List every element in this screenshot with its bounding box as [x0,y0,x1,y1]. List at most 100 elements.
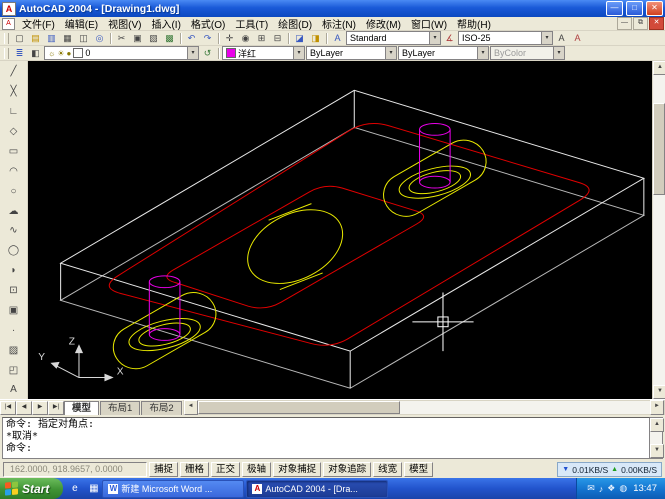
vertical-scroll-thumb[interactable] [653,103,665,195]
menu-tools[interactable]: 工具(T) [230,16,273,31]
lineweight-combo[interactable]: ByLayer ▾ [398,46,489,60]
scroll-left-icon[interactable]: ◄ [184,400,198,415]
tab-next-icon[interactable]: ▶ [32,401,48,415]
layer-states-icon[interactable]: ◧ [28,47,43,60]
toolbar-grip[interactable] [4,33,9,44]
arc-icon[interactable]: ◠ [3,162,24,180]
polyline-icon[interactable]: ∟ [3,103,24,121]
scroll-track[interactable] [650,432,662,444]
ortho-toggle[interactable]: 正交 [211,462,240,477]
vertical-scrollbar[interactable]: ▲ ▼ [652,61,665,399]
tab-layout2[interactable]: 布局2 [141,401,181,415]
tab-layout1[interactable]: 布局1 [100,401,140,415]
text-style-icon[interactable]: A [330,32,345,45]
polar-toggle[interactable]: 极轴 [242,462,271,477]
save-icon[interactable]: ▥ [44,32,59,45]
chevron-down-icon[interactable]: ▾ [429,32,440,44]
layer-manager-icon[interactable]: ≣ [12,47,27,60]
color-combo[interactable]: 洋红 ▾ [222,46,305,60]
layer-combo[interactable]: ☼ ☀ ● 0 ▾ [44,46,199,60]
scroll-up-icon[interactable]: ▲ [650,418,664,432]
undo-icon[interactable]: ↶ [184,32,199,45]
task-word[interactable]: W 新建 Microsoft Word ... [102,480,244,498]
menu-modify[interactable]: 修改(M) [361,16,406,31]
lineweight-toggle[interactable]: 线宽 [373,462,402,477]
menu-window[interactable]: 窗口(W) [406,16,452,31]
new-file-icon[interactable]: ▢ [12,32,27,45]
single-text-icon[interactable]: A [554,32,569,45]
plot-preview-icon[interactable]: ◫ [76,32,91,45]
quicklaunch-desktop-icon[interactable]: ▦ [86,481,101,496]
text-style-combo[interactable]: Standard ▾ [346,31,441,45]
make-block-icon[interactable]: ▣ [3,302,24,320]
horizontal-scroll-thumb[interactable] [198,401,400,414]
menu-view[interactable]: 视图(V) [103,16,146,31]
chevron-down-icon[interactable]: ▾ [187,47,198,59]
copy-icon[interactable]: ▣ [130,32,145,45]
spline-icon[interactable]: ∿ [3,222,24,240]
linetype-combo[interactable]: ByLayer ▾ [306,46,397,60]
dim-style-combo[interactable]: ISO-25 ▾ [458,31,553,45]
hatch-icon[interactable]: ▨ [3,341,24,359]
menu-format[interactable]: 格式(O) [186,16,230,31]
scroll-down-icon[interactable]: ▼ [653,385,665,399]
tray-antivirus-icon[interactable]: ❖ [607,483,615,494]
maximize-button[interactable]: □ [626,1,643,16]
circle-icon[interactable]: ○ [3,182,24,200]
ellipse-arc-icon[interactable]: ◗ [3,262,24,280]
rectangle-icon[interactable]: ▭ [3,143,24,161]
grid-toggle[interactable]: 栅格 [180,462,209,477]
menu-file[interactable]: 文件(F) [17,16,60,31]
mtext-icon[interactable]: A [3,381,24,399]
chevron-down-icon[interactable]: ▾ [477,47,488,59]
chevron-down-icon[interactable]: ▾ [385,47,396,59]
chevron-down-icon[interactable]: ▾ [293,47,304,59]
zoom-previous-icon[interactable]: ⊟ [270,32,285,45]
paste-icon[interactable]: ▧ [146,32,161,45]
mtext-tool-icon[interactable]: A [570,32,585,45]
osnap-toggle[interactable]: 对象捕捉 [273,462,321,477]
designcenter-icon[interactable]: ◨ [308,32,323,45]
doc-minimize-button[interactable]: — [617,17,632,30]
snap-toggle[interactable]: 捕捉 [149,462,178,477]
plot-icon[interactable]: ▦ [60,32,75,45]
scroll-down-icon[interactable]: ▼ [650,444,664,458]
cut-icon[interactable]: ✂ [114,32,129,45]
start-button[interactable]: Start [0,478,63,499]
chevron-down-icon[interactable]: ▾ [541,32,552,44]
menu-draw[interactable]: 绘图(D) [273,16,317,31]
redo-icon[interactable]: ↷ [200,32,215,45]
scroll-right-icon[interactable]: ► [650,400,664,415]
command-scrollbar[interactable]: ▲ ▼ [650,417,663,459]
quicklaunch-browser-icon[interactable]: e [67,481,82,496]
doc-restore-button[interactable]: ⧉ [633,17,648,30]
close-button[interactable]: ✕ [646,1,663,16]
horizontal-scrollbar[interactable]: ◄ ► [183,400,665,415]
layer-previous-icon[interactable]: ↺ [200,47,215,60]
task-autocad[interactable]: A AutoCAD 2004 - [Dra... [246,480,388,498]
tray-mail-icon[interactable]: ✉ [587,483,595,494]
insert-block-icon[interactable]: ⊡ [3,282,24,300]
menu-help[interactable]: 帮助(H) [452,16,496,31]
pan-icon[interactable]: ✛ [222,32,237,45]
polygon-icon[interactable]: ◇ [3,123,24,141]
tab-last-icon[interactable]: ▶| [48,401,64,415]
model-toggle[interactable]: 模型 [404,462,433,477]
scroll-track[interactable] [653,195,665,385]
command-input[interactable]: 命令: 指定对角点: *取消* 命令: [2,417,650,459]
tray-network-icon[interactable]: ◍ [619,483,627,494]
line-icon[interactable]: ╱ [3,63,24,81]
minimize-button[interactable]: — [606,1,623,16]
construction-line-icon[interactable]: ╳ [3,83,24,101]
tab-prev-icon[interactable]: ◀ [16,401,32,415]
menu-edit[interactable]: 编辑(E) [60,16,103,31]
toolbar-grip[interactable] [4,48,9,59]
tab-model[interactable]: 模型 [64,401,99,415]
ellipse-icon[interactable]: ◯ [3,242,24,260]
drawing-canvas[interactable]: Z X Y [28,61,652,399]
point-icon[interactable]: ∙ [3,321,24,339]
properties-icon[interactable]: ◪ [292,32,307,45]
tray-volume-icon[interactable]: ♪ [599,484,604,494]
scroll-up-icon[interactable]: ▲ [653,61,665,75]
menu-dimension[interactable]: 标注(N) [317,16,361,31]
